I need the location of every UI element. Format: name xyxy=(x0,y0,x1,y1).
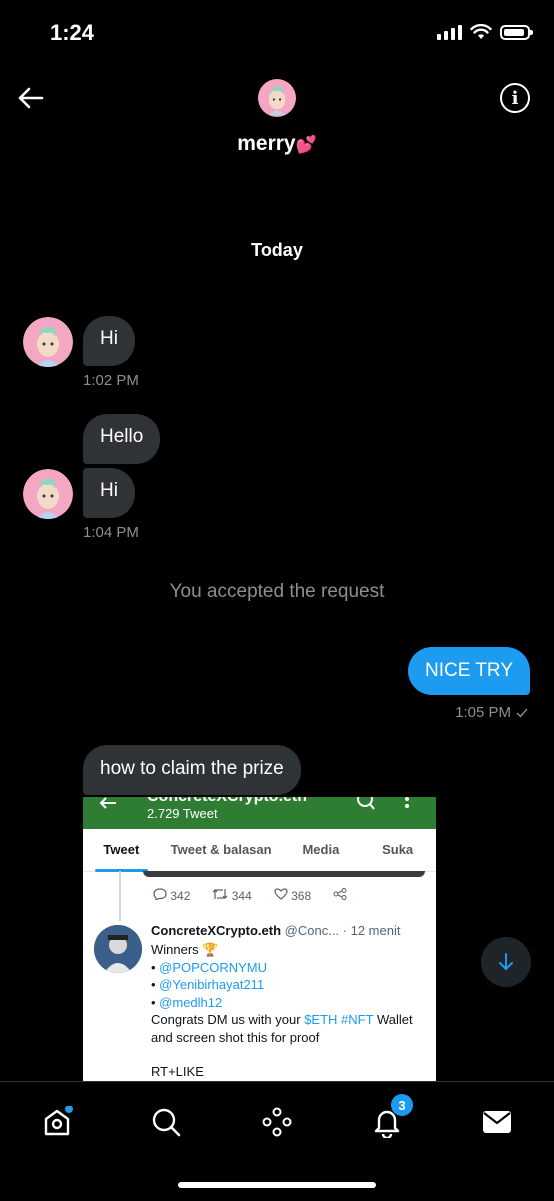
notification-badge: 3 xyxy=(391,1094,413,1116)
contact-avatar[interactable] xyxy=(258,79,296,117)
search-icon xyxy=(357,797,375,810)
received-message-bubble[interactable]: how to claim the prize xyxy=(83,745,301,795)
mention-link: @POPCORNYMU xyxy=(159,959,267,975)
image-tab: Suka xyxy=(382,842,414,857)
nav-notifications[interactable]: 3 xyxy=(367,1094,413,1142)
reply-icon xyxy=(153,888,167,901)
image-tweet-handle: @Conc... xyxy=(284,923,340,938)
search-icon xyxy=(152,1108,181,1137)
contact-name-row: merry💕 xyxy=(0,132,554,156)
message-text: Hi xyxy=(100,328,118,349)
avatar-image xyxy=(23,317,73,367)
status-time: 1:24 xyxy=(50,20,95,45)
message-text: how to claim the prize xyxy=(100,758,284,779)
image-tab: Tweet & balasan xyxy=(170,842,272,857)
arrow-left-icon xyxy=(99,797,116,809)
image-tweet-time: · 12 menit xyxy=(342,923,401,938)
arrow-left-icon xyxy=(18,87,44,109)
wifi-icon xyxy=(470,24,492,39)
tweet-line: RT+LIKE xyxy=(151,1064,204,1079)
more-icon xyxy=(405,797,409,808)
image-profile-header: ConcreteXCrypto.eth 2.729 Tweet xyxy=(83,797,436,829)
sent-message-bubble[interactable]: NICE TRY xyxy=(408,647,530,695)
sent-check-icon xyxy=(516,708,528,718)
message-text: NICE TRY xyxy=(425,660,513,681)
nav-search[interactable] xyxy=(146,1102,186,1142)
mention-link: @Yenibirhayat211 xyxy=(159,977,265,992)
image-author-avatar xyxy=(94,925,142,973)
image-tweet-author: ConcreteXCrypto.eth xyxy=(151,923,282,938)
contact-name: merry xyxy=(237,132,296,155)
sent-timestamp-row: 1:05 PM xyxy=(455,704,528,721)
like-count: 368 xyxy=(291,889,312,903)
image-tab: Media xyxy=(302,842,340,857)
message-text: Hi xyxy=(100,480,118,501)
info-button[interactable]: i xyxy=(500,83,530,113)
hashtag-link: #NFT xyxy=(341,1012,374,1027)
sender-avatar[interactable] xyxy=(23,317,73,367)
image-tweet-header: ConcreteXCrypto.eth @Conc... · 12 menit xyxy=(151,923,400,938)
tweet-line: Wallet xyxy=(376,1012,413,1027)
signal-icon xyxy=(437,24,462,40)
share-icon xyxy=(333,888,347,900)
back-button[interactable] xyxy=(12,80,48,116)
attached-image[interactable]: ConcreteXCrypto.eth 2.729 Tweet Tweet Tw… xyxy=(83,797,436,1082)
hearts-icon: 💕 xyxy=(295,135,317,154)
home-indicator xyxy=(178,1182,376,1188)
message-text: Hello xyxy=(100,426,144,447)
message-timestamp: 1:04 PM xyxy=(83,524,139,541)
info-icon: i xyxy=(511,87,519,109)
retweet-count: 344 xyxy=(231,889,252,903)
message-timestamp: 1:05 PM xyxy=(455,704,511,721)
reply-stat: 342 xyxy=(153,888,190,903)
image-tab: Tweet xyxy=(83,835,160,872)
image-profile-name: ConcreteXCrypto.eth xyxy=(147,797,307,806)
received-message-bubble[interactable]: Hi xyxy=(83,468,135,518)
reply-count: 342 xyxy=(170,889,191,903)
image-tweet-stats: 342 344 368 xyxy=(153,888,347,903)
retweet-stat: 344 xyxy=(212,888,252,903)
spaces-icon xyxy=(262,1107,292,1137)
avatar-image xyxy=(258,79,296,117)
arrow-down-icon xyxy=(499,953,513,970)
date-separator: Today xyxy=(251,240,303,260)
cashtag-link: $ETH xyxy=(304,1012,338,1027)
home-icon xyxy=(44,1106,73,1136)
image-tweet-count: 2.729 Tweet xyxy=(147,806,218,821)
thread-line xyxy=(119,871,121,921)
message-timestamp: 1:02 PM xyxy=(83,372,139,389)
received-message-bubble[interactable]: Hi xyxy=(83,316,135,366)
mention-link: @medlh12 xyxy=(159,994,223,1010)
nav-home[interactable] xyxy=(37,1102,77,1142)
sender-avatar[interactable] xyxy=(23,469,73,519)
image-media-strip xyxy=(143,871,425,877)
battery-icon xyxy=(500,24,533,40)
nav-spaces[interactable] xyxy=(257,1102,297,1142)
tweet-line: and screen shot this for proof xyxy=(151,1029,320,1045)
trophy-icon: 🏆 xyxy=(202,942,219,957)
tweet-line: Congrats DM us with your xyxy=(151,1012,301,1027)
avatar-image xyxy=(94,925,142,973)
image-tabs: Tweet Tweet & balasan Media Suka xyxy=(83,835,436,872)
avatar-image xyxy=(23,469,73,519)
tweet-line: Winners xyxy=(151,942,199,957)
retweet-icon xyxy=(212,889,228,899)
mail-icon xyxy=(483,1111,511,1133)
like-stat: 368 xyxy=(274,888,311,903)
scroll-down-button[interactable] xyxy=(481,937,531,987)
received-message-bubble[interactable]: Hello xyxy=(83,414,161,464)
heart-icon xyxy=(274,888,288,900)
status-icons xyxy=(437,24,533,40)
image-tweet-body: Winners 🏆 • @POPCORNYMU • @Yenibirhayat2… xyxy=(151,941,433,1081)
nav-messages[interactable] xyxy=(477,1102,517,1142)
system-note: You accepted the request xyxy=(169,581,385,602)
